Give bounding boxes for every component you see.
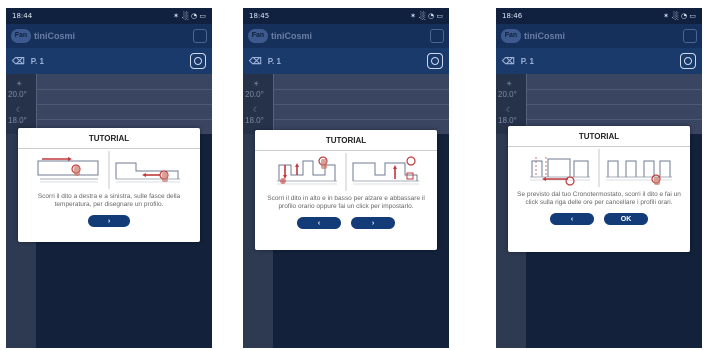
- tutorial-text: Scorri il dito a destra e a sinistra, su…: [37, 193, 181, 208]
- next-button[interactable]: ›: [351, 217, 395, 229]
- app-brand: Fan tiniCosmi: [11, 29, 75, 43]
- settings-icon[interactable]: [680, 53, 696, 69]
- settings-icon[interactable]: [427, 53, 443, 69]
- menu-icon[interactable]: [683, 29, 697, 43]
- tutorial-title: TUTORIAL: [255, 130, 437, 151]
- program-icon: ⌫: [502, 55, 515, 66]
- tutorial-illustration: [18, 149, 200, 193]
- sun-icon: ☀: [16, 81, 23, 88]
- brand-name: tiniCosmi: [271, 31, 313, 41]
- program-selector[interactable]: ⌫ P. 1: [502, 56, 534, 67]
- status-bar: 18:45 ✶ .░ ◔ ▭: [243, 8, 449, 24]
- program-label: P. 1: [30, 56, 44, 66]
- temp-low: 18.0°: [245, 116, 264, 125]
- next-button[interactable]: ›: [88, 215, 130, 227]
- app-brand: Fan tiniCosmi: [501, 29, 565, 43]
- moon-icon: ☾: [253, 107, 260, 114]
- status-indicators: ✶ .░ ◔ ▭: [173, 12, 206, 20]
- program-toolbar: ⌫ P. 1: [6, 48, 212, 74]
- program-selector[interactable]: ⌫ P. 1: [12, 56, 44, 67]
- app-brand: Fan tiniCosmi: [248, 29, 312, 43]
- temp-low: 18.0°: [498, 116, 517, 125]
- temp-high: 20.0°: [8, 90, 27, 99]
- temperature-bands[interactable]: [273, 74, 449, 134]
- menu-icon[interactable]: [193, 29, 207, 43]
- tutorial-dialog: TUTORIAL Scorri il dito in alto e in bas…: [255, 130, 437, 250]
- temperature-scale: ☀ 20.0° ☾ 18.0°: [243, 74, 273, 134]
- program-icon: ⌫: [12, 55, 25, 66]
- tutorial-text: Se previsto dal tuo Cronotermostato, sco…: [517, 191, 681, 206]
- tutorial-illustration: [255, 151, 437, 195]
- tutorial-text: Scorri il dito in alto e in basso per al…: [267, 195, 425, 210]
- brand-logo: Fan: [248, 29, 268, 43]
- temperature-scale: ☀ 20.0° ☾ 18.0°: [496, 74, 526, 134]
- program-toolbar: ⌫ P. 1: [243, 48, 449, 74]
- back-button[interactable]: ‹: [297, 217, 341, 229]
- moon-icon: ☾: [16, 107, 23, 114]
- tutorial-illustration: [508, 147, 690, 191]
- temp-high: 20.0°: [498, 90, 517, 99]
- settings-icon[interactable]: [190, 53, 206, 69]
- program-label: P. 1: [520, 56, 534, 66]
- temperature-bands[interactable]: [36, 74, 212, 134]
- ok-button[interactable]: OK: [604, 213, 648, 225]
- status-indicators: ✶ .░ ◔ ▭: [663, 12, 696, 20]
- app-bar: Fan tiniCosmi: [6, 24, 212, 48]
- temperature-scale: ☀ 20.0° ☾ 18.0°: [6, 74, 36, 134]
- tutorial-dialog: TUTORIAL Scorri il dito a destra e a sin…: [18, 128, 200, 242]
- brand-logo: Fan: [501, 29, 521, 43]
- program-icon: ⌫: [249, 55, 262, 66]
- status-time: 18:44: [12, 12, 33, 20]
- program-label: P. 1: [267, 56, 281, 66]
- temp-low: 18.0°: [8, 116, 27, 125]
- tutorial-buttons: ‹ OK: [508, 213, 690, 225]
- status-indicators: ✶ .░ ◔ ▭: [410, 12, 443, 20]
- tutorial-title: TUTORIAL: [508, 126, 690, 147]
- status-bar: 18:46 ✶ .░ ◔ ▭: [496, 8, 702, 24]
- phone-screen-1: 18:44 ✶ .░ ◔ ▭ Fan tiniCosmi ⌫ P. 1 ☀ 20…: [6, 8, 212, 348]
- tutorial-dialog: TUTORIAL Se previsto dal tuo Cronotermos…: [508, 126, 690, 252]
- brand-name: tiniCosmi: [524, 31, 566, 41]
- brand-name: tiniCosmi: [34, 31, 76, 41]
- app-bar: Fan tiniCosmi: [496, 24, 702, 48]
- status-time: 18:45: [249, 12, 270, 20]
- tutorial-title: TUTORIAL: [18, 128, 200, 149]
- sun-icon: ☀: [253, 81, 260, 88]
- temperature-bands[interactable]: [526, 74, 702, 134]
- program-selector[interactable]: ⌫ P. 1: [249, 56, 281, 67]
- temp-high: 20.0°: [245, 90, 264, 99]
- tutorial-buttons: ‹ ›: [255, 217, 437, 229]
- status-bar: 18:44 ✶ .░ ◔ ▭: [6, 8, 212, 24]
- back-button[interactable]: ‹: [550, 213, 594, 225]
- app-bar: Fan tiniCosmi: [243, 24, 449, 48]
- phone-screen-3: 18:46 ✶ .░ ◔ ▭ Fan tiniCosmi ⌫ P. 1 ☀ 20…: [496, 8, 702, 348]
- menu-icon[interactable]: [430, 29, 444, 43]
- program-toolbar: ⌫ P. 1: [496, 48, 702, 74]
- brand-logo: Fan: [11, 29, 31, 43]
- tutorial-buttons: ›: [18, 215, 200, 227]
- sun-icon: ☀: [506, 81, 513, 88]
- phone-screen-2: 18:45 ✶ .░ ◔ ▭ Fan tiniCosmi ⌫ P. 1 ☀ 20…: [243, 8, 449, 348]
- moon-icon: ☾: [506, 107, 513, 114]
- status-time: 18:46: [502, 12, 523, 20]
